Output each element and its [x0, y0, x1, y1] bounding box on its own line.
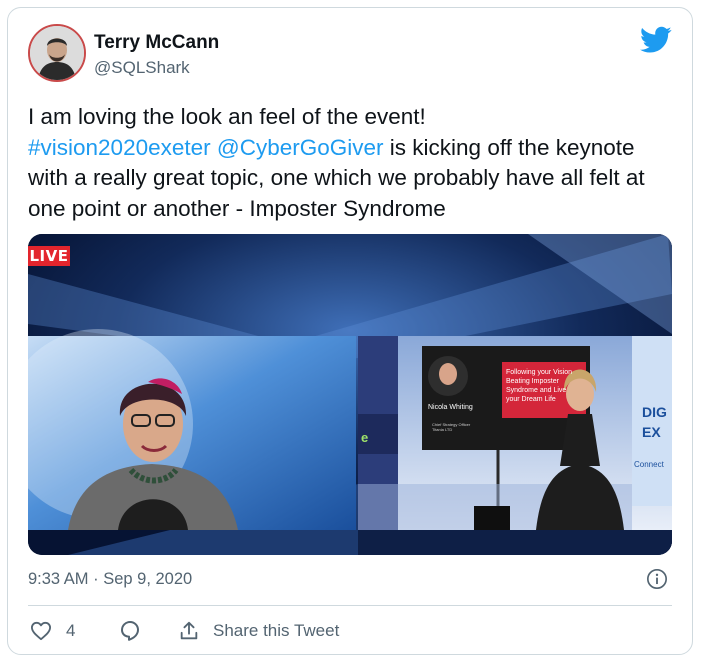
stage-sign-connect: Connect	[634, 460, 664, 469]
stage-sign-line: EX	[642, 424, 661, 440]
stage-sign-line: DIG	[642, 404, 667, 420]
slide-line: Syndrome and Live	[506, 387, 567, 394]
avatar[interactable]	[28, 24, 86, 82]
stage-sign: DIG EX	[642, 402, 667, 442]
share-icon	[180, 621, 198, 640]
author-handle[interactable]: @SQLShark	[94, 58, 190, 78]
info-icon[interactable]	[646, 568, 668, 590]
reply-icon	[121, 621, 139, 641]
slide-text: Following your Vision Beating Imposter S…	[506, 368, 586, 404]
tweet-card: Terry McCann @SQLShark I am loving the l…	[7, 7, 693, 655]
reply-button[interactable]	[118, 616, 142, 646]
tweet-text-line1: I am loving the look an feel of the even…	[28, 104, 426, 129]
twitter-bird-icon[interactable]	[640, 26, 672, 54]
speaker-title: Chief Strategy Officer Titania LTD	[432, 422, 470, 432]
tweet-timestamp[interactable]: 9:33 AM · Sep 9, 2020	[28, 570, 192, 589]
slide-line: your Dream Life	[506, 396, 556, 403]
share-button[interactable]: Share this Tweet	[178, 616, 339, 646]
like-button[interactable]: 4	[30, 616, 75, 646]
actions-divider	[28, 605, 672, 606]
share-label: Share this Tweet	[213, 621, 340, 640]
stage-letter: e	[361, 430, 369, 445]
like-count: 4	[66, 621, 76, 640]
mention-link[interactable]: @CyberGoGiver	[217, 135, 384, 160]
slide-line: Beating Imposter	[506, 378, 559, 385]
tweet-actions: 4 Share this Tweet	[28, 616, 668, 646]
avatar-image	[30, 26, 84, 80]
tweet-date: Sep 9, 2020	[103, 570, 193, 588]
heart-icon	[30, 621, 51, 641]
live-badge: LIVE	[28, 246, 70, 266]
author-name[interactable]: Terry McCann	[94, 32, 219, 54]
slide-line: Following your Vision	[506, 369, 573, 376]
tweet-time: 9:33 AM	[28, 570, 89, 588]
meta-separator: ·	[88, 570, 104, 588]
tweet-media[interactable]: LIVE Following your Vision Beating Impos…	[28, 234, 672, 555]
tweet-text: I am loving the look an feel of the even…	[28, 102, 678, 224]
speaker-title-line: Titania LTD	[432, 427, 453, 432]
speaker-name: Nicola Whiting	[428, 404, 473, 411]
hashtag-link[interactable]: #vision2020exeter	[28, 135, 211, 160]
